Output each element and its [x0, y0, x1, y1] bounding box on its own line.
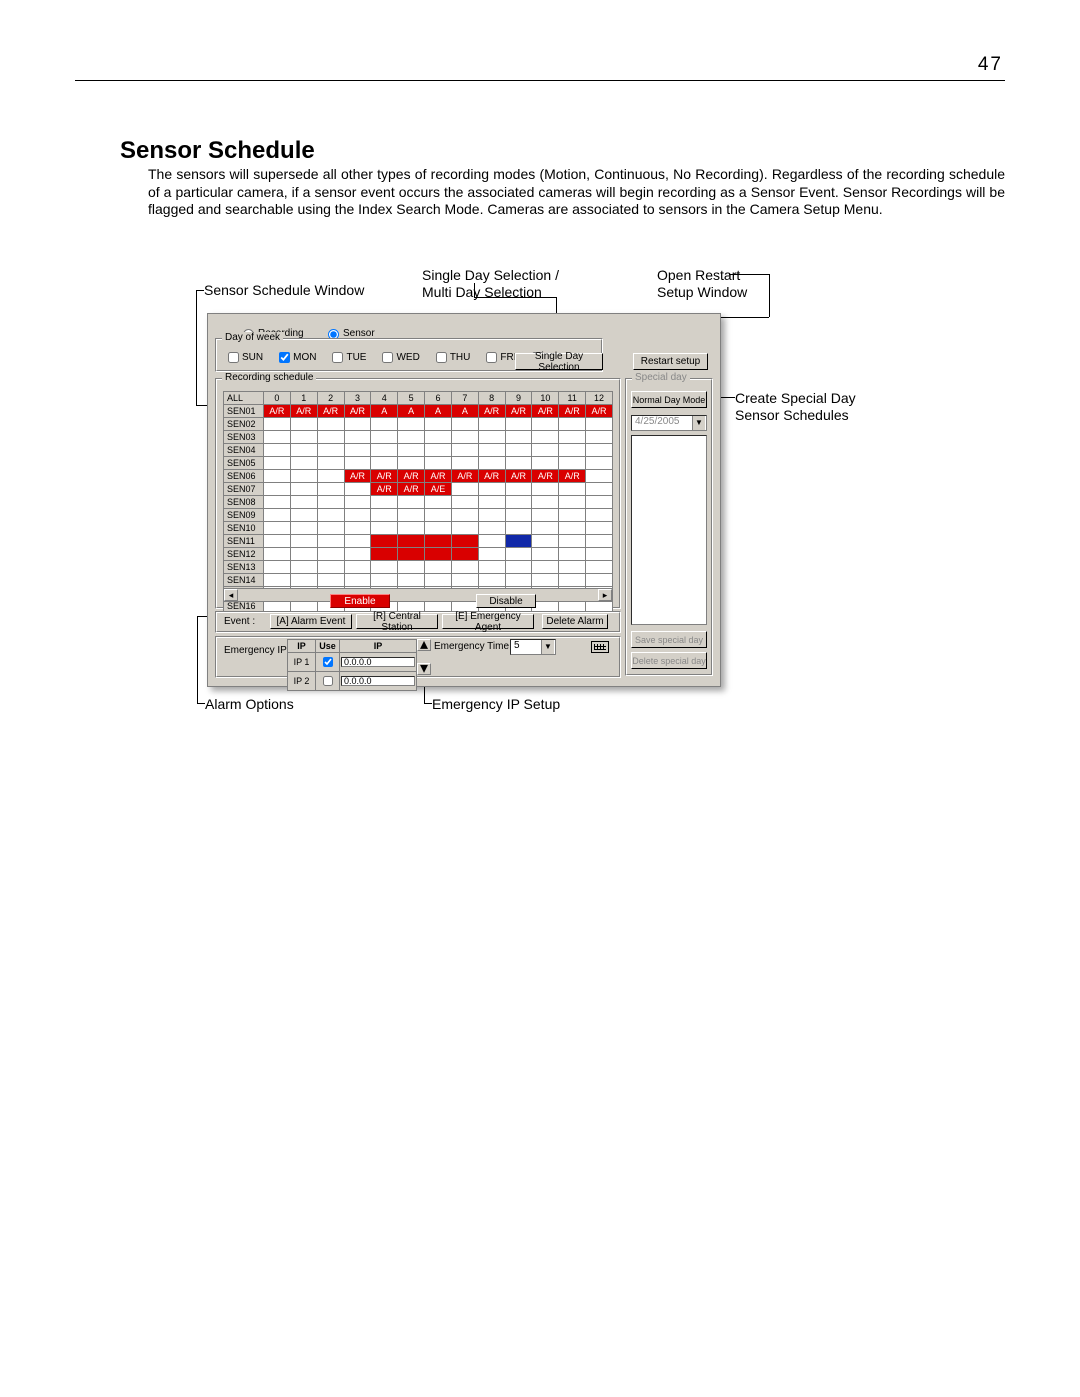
day-checkbox-mon[interactable]: MON — [275, 349, 316, 366]
enable-button[interactable]: Enable — [330, 594, 390, 608]
ip-scroll-up-icon[interactable]: ▴ — [417, 639, 431, 651]
day-checkbox-wed[interactable]: WED — [378, 349, 419, 366]
emergency-agent-button[interactable]: [E] Emergency Agent — [442, 614, 534, 629]
central-station-button[interactable]: [R] Central Station — [356, 614, 438, 629]
horizontal-scrollbar[interactable]: ◂ ▸ — [223, 588, 613, 602]
callout-alarm-options: Alarm Options — [205, 696, 294, 713]
scroll-right-icon[interactable]: ▸ — [598, 589, 612, 601]
group-event: Event : [A] Alarm Event [R] Central Stat… — [215, 611, 621, 633]
alarm-event-button[interactable]: [A] Alarm Event — [270, 614, 352, 629]
special-date-select[interactable]: 4/25/2005 — [631, 415, 707, 431]
day-checkbox-tue[interactable]: TUE — [328, 349, 366, 366]
day-checkbox-thu[interactable]: THU — [432, 349, 471, 366]
callout-sensor-window: Sensor Schedule Window — [204, 282, 364, 299]
scroll-left-icon[interactable]: ◂ — [224, 589, 238, 601]
schedule-grid[interactable]: ALL0123456789101112SEN01A/RA/RA/RA/RAAAA… — [223, 391, 613, 613]
day-checkbox-fri[interactable]: FRI — [482, 349, 516, 366]
ip-table[interactable]: IPUseIPIP 1IP 2 — [287, 639, 417, 691]
callout-special-day: Create Special Day Sensor Schedules — [735, 390, 856, 424]
ip-scroll-down-icon[interactable]: ▾ — [417, 663, 431, 675]
page-number: 47 — [978, 54, 1003, 76]
delete-alarm-button[interactable]: Delete Alarm — [542, 614, 608, 629]
restart-setup-button[interactable]: Restart setup — [633, 353, 708, 370]
delete-special-day-button[interactable]: Delete special day — [631, 652, 707, 669]
normal-day-mode-button[interactable]: Normal Day Mode — [631, 391, 707, 408]
special-day-list[interactable] — [631, 435, 707, 625]
callout-day-selection: Single Day Selection / Multi Day Selecti… — [422, 267, 559, 301]
emergency-time-select[interactable]: 5 — [510, 639, 556, 655]
single-day-selection-button[interactable]: Single Day Selection — [515, 353, 603, 370]
save-special-day-button[interactable]: Save special day — [631, 631, 707, 648]
group-recording-schedule: Recording schedule ALL0123456789101112SE… — [215, 378, 621, 609]
keyboard-icon[interactable] — [591, 641, 609, 653]
group-special-day: Special day Normal Day Mode 4/25/2005 Sa… — [625, 378, 713, 676]
sensor-schedule-dialog: Recording Sensor Day of week SUNMONTUEWE… — [207, 313, 721, 687]
section-heading: Sensor Schedule — [120, 137, 315, 165]
section-paragraph: The sensors will supersede all other typ… — [148, 166, 1005, 219]
disable-button[interactable]: Disable — [476, 594, 536, 608]
group-emergency-ip: Emergency IP : IPUseIPIP 1IP 2 ▴ ▾ Emerg… — [215, 636, 621, 678]
callout-emergency-ip: Emergency IP Setup — [432, 696, 560, 713]
day-checkbox-sun[interactable]: SUN — [224, 349, 263, 366]
callout-restart: Open Restart Setup Window — [657, 267, 747, 301]
